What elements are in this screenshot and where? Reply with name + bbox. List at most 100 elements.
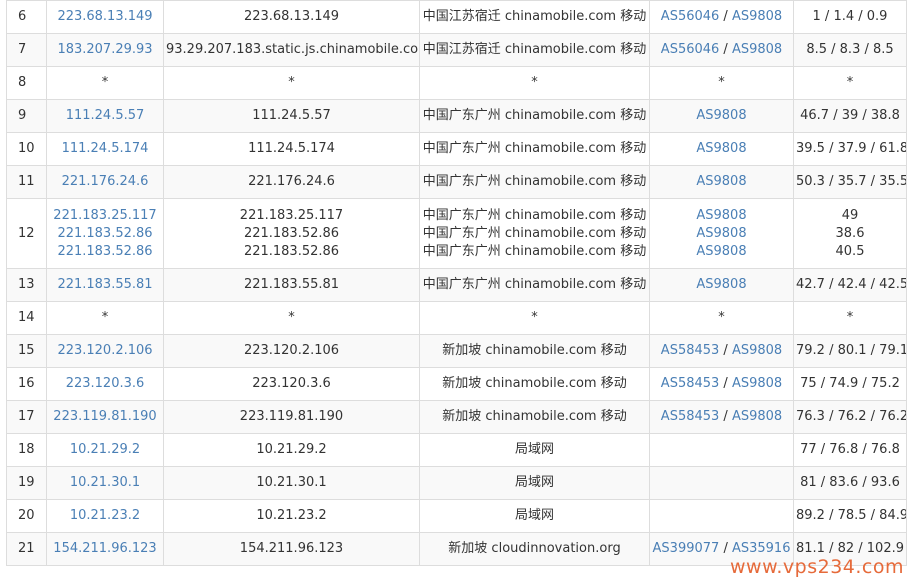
ip-link[interactable]: 221.183.55.81 xyxy=(49,276,161,294)
hostname-cell: 223.68.13.149 xyxy=(163,0,420,34)
ip-cell: 223.68.13.149 xyxy=(46,0,164,34)
table-row: 13 221.183.55.81 221.183.55.81 中国广东广州 china… xyxy=(6,268,907,302)
hop-cell: 13 xyxy=(6,268,47,302)
hostname-text: 221.176.24.6 xyxy=(248,174,335,189)
asn-line: AS9808 xyxy=(652,173,791,191)
ip-unknown: * xyxy=(101,310,109,325)
ip-link[interactable]: 10.21.23.2 xyxy=(49,507,161,525)
location-cell: 中国广东广州 chinamobile.com 移动 xyxy=(419,99,650,133)
ip-cell: 221.176.24.6 xyxy=(46,165,164,199)
ip-link[interactable]: 223.119.81.190 xyxy=(49,408,161,426)
hop-number: 11 xyxy=(18,174,35,189)
location-cell: * xyxy=(419,66,650,100)
asn-cell: AS56046 / AS9808 xyxy=(649,0,794,34)
asn-cell: AS9808 AS9808 AS9808 xyxy=(649,198,794,269)
asn-link[interactable]: AS9808 xyxy=(696,141,746,156)
asn-link[interactable]: AS56046 xyxy=(661,42,720,57)
asn-link[interactable]: AS9808 xyxy=(732,42,782,57)
asn-link[interactable]: AS9808 xyxy=(732,409,782,424)
rtt-text: 79.2 / 80.1 / 79.1 xyxy=(796,343,907,358)
rtt-text: 40.5 xyxy=(835,243,865,259)
asn-link[interactable]: AS35916 xyxy=(732,541,791,556)
asn-cell: AS9808 xyxy=(649,268,794,302)
location-text: 新加坡 chinamobile.com 移动 xyxy=(442,343,627,358)
asn-line: AS9808 xyxy=(652,276,791,294)
hostname-cell: 111.24.5.57 xyxy=(163,99,420,133)
location-text: 新加坡 chinamobile.com 移动 xyxy=(442,409,627,424)
rtt-text: 46.7 / 39 / 38.8 xyxy=(800,108,900,123)
location-text: 中国广东广州 chinamobile.com 移动 xyxy=(422,277,647,292)
asn-link[interactable]: AS9808 xyxy=(732,9,782,24)
ip-link[interactable]: 221.183.25.117 xyxy=(49,207,161,225)
ip-link[interactable]: 221.176.24.6 xyxy=(49,173,161,191)
hostname-cell: 223.120.3.6 xyxy=(163,367,420,401)
asn-link[interactable]: AS9808 xyxy=(696,226,746,241)
ip-link[interactable]: 221.183.52.86 xyxy=(49,243,161,261)
asn-link[interactable]: AS9808 xyxy=(696,108,746,123)
asn-line: AS9808 xyxy=(652,225,791,243)
hostname-text: 154.211.96.123 xyxy=(239,541,344,556)
asn-cell: AS58453 / AS9808 xyxy=(649,400,794,434)
ip-cell: * xyxy=(46,66,164,100)
asn-link[interactable]: AS58453 xyxy=(661,376,720,391)
location-cell: 新加坡 chinamobile.com 移动 xyxy=(419,400,650,434)
asn-link[interactable]: AS9808 xyxy=(696,277,746,292)
asn-separator: / xyxy=(719,409,732,424)
asn-separator: / xyxy=(719,9,732,24)
asn-cell: AS58453 / AS9808 xyxy=(649,334,794,368)
ip-link[interactable]: 10.21.29.2 xyxy=(49,441,161,459)
hostname-cell: 223.119.81.190 xyxy=(163,400,420,434)
hop-cell: 17 xyxy=(6,400,47,434)
hostname-text: * xyxy=(288,310,295,325)
rtt-text: 89.2 / 78.5 / 84.9 xyxy=(796,508,907,523)
hostname-cell: 154.211.96.123 xyxy=(163,532,420,566)
asn-link[interactable]: AS9808 xyxy=(696,174,746,189)
rtt-text: 8.5 / 8.3 / 8.5 xyxy=(806,42,894,57)
location-text: 中国广东广州 chinamobile.com 移动 xyxy=(422,207,647,223)
ip-link[interactable]: 223.68.13.149 xyxy=(49,8,161,26)
hostname-text: 223.68.13.149 xyxy=(243,9,340,24)
ip-cell: 10.21.29.2 xyxy=(46,433,164,467)
asn-link[interactable]: AS9808 xyxy=(732,376,782,391)
asn-line: * xyxy=(652,74,791,92)
hostname-text: 223.119.81.190 xyxy=(239,409,344,424)
rtt-cell: 39.5 / 37.9 / 61.8 xyxy=(793,132,907,166)
asn-link[interactable]: AS58453 xyxy=(661,343,720,358)
ip-cell: 221.183.25.117 221.183.52.86 221.183.52.86 xyxy=(46,198,164,269)
asn-link[interactable]: AS9808 xyxy=(696,244,746,259)
asn-cell xyxy=(649,433,794,467)
asn-link[interactable]: AS58453 xyxy=(661,409,720,424)
rtt-text: 49 xyxy=(841,207,859,223)
asn-link[interactable]: AS56046 xyxy=(661,9,720,24)
rtt-text: 75 / 74.9 / 75.2 xyxy=(800,376,900,391)
hop-cell: 9 xyxy=(6,99,47,133)
location-cell: 局域网 xyxy=(419,499,650,533)
ip-cell: * xyxy=(46,301,164,335)
ip-link[interactable]: 111.24.5.57 xyxy=(49,107,161,125)
rtt-cell: * xyxy=(793,301,907,335)
table-row: 7 183.207.29.93 93.29.207.183.static.js.ch… xyxy=(6,33,907,67)
ip-link[interactable]: 154.211.96.123 xyxy=(49,540,161,558)
asn-separator: / xyxy=(719,343,732,358)
ip-link[interactable]: 221.183.52.86 xyxy=(49,225,161,243)
traceroute-body: 6 223.68.13.149 223.68.13.149 中国江苏宿迁 chinam… xyxy=(6,0,907,566)
table-row: 14 * * * * * xyxy=(6,301,907,335)
ip-link[interactable]: 223.120.3.6 xyxy=(49,375,161,393)
asn-link[interactable]: AS399077 xyxy=(653,541,720,556)
rtt-cell: * xyxy=(793,66,907,100)
ip-link[interactable]: 183.207.29.93 xyxy=(49,41,161,59)
ip-link[interactable]: 223.120.2.106 xyxy=(49,342,161,360)
location-text: 局域网 xyxy=(514,508,554,523)
ip-link[interactable]: 10.21.30.1 xyxy=(49,474,161,492)
asn-link[interactable]: AS9808 xyxy=(696,208,746,223)
ip-cell: 154.211.96.123 xyxy=(46,532,164,566)
ip-link[interactable]: 111.24.5.174 xyxy=(49,140,161,158)
table-row: 15 223.120.2.106 223.120.2.106 新加坡 chinamob… xyxy=(6,334,907,368)
hostname-text: 10.21.23.2 xyxy=(256,508,327,523)
hop-number: 20 xyxy=(18,508,35,523)
hostname-cell: 111.24.5.174 xyxy=(163,132,420,166)
asn-link[interactable]: AS9808 xyxy=(732,343,782,358)
ip-cell: 10.21.30.1 xyxy=(46,466,164,500)
rtt-cell: 1 / 1.4 / 0.9 xyxy=(793,0,907,34)
asn-cell: AS9808 xyxy=(649,165,794,199)
